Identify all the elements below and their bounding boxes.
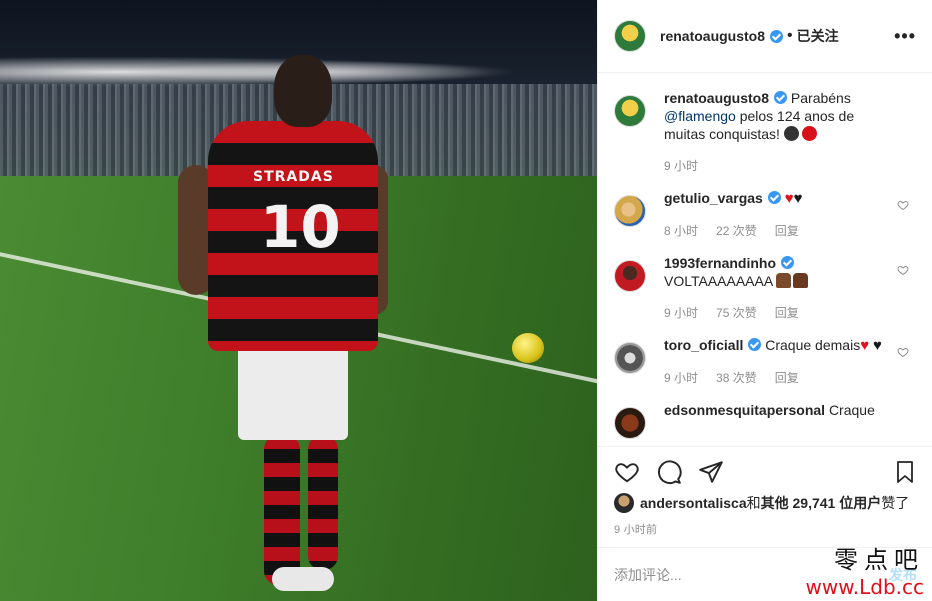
comments-list[interactable]: renatoaugusto8 Parabéns @flamengo pelos … xyxy=(598,73,932,446)
comment-bubble-icon[interactable] xyxy=(656,459,682,485)
like-comment-heart-icon[interactable] xyxy=(897,199,909,211)
black-heart-icon: ♥ xyxy=(872,337,882,354)
jersey-number: 10 xyxy=(260,193,341,261)
caption-meta: 9 小时 xyxy=(664,157,884,175)
comment-likes[interactable]: 75 次赞 xyxy=(716,304,757,322)
black-circle-icon xyxy=(783,126,799,141)
verified-badge-icon xyxy=(748,338,762,351)
comment-input[interactable] xyxy=(614,566,834,583)
follow-state-button[interactable]: 已关注 xyxy=(797,26,839,46)
comment-username[interactable]: 1993fernandinho xyxy=(664,255,776,271)
likes-suffix: 赞了 xyxy=(881,495,910,511)
comment-text: Craque demais xyxy=(765,337,861,353)
post-timestamp[interactable]: 9 小时前 xyxy=(614,521,917,537)
comment-meta: 8 小时 22 次赞 回复 xyxy=(664,222,884,240)
author-username[interactable]: renatoaugusto8 xyxy=(660,28,765,44)
separator-dot: • xyxy=(787,27,793,44)
player-left-leg xyxy=(264,435,300,585)
more-options-icon[interactable]: ••• xyxy=(894,26,916,47)
like-heart-icon[interactable] xyxy=(614,459,640,485)
comment-time[interactable]: 9 小时 xyxy=(664,369,698,387)
raised-hands-icon xyxy=(793,273,809,288)
post-header: renatoaugusto8 • 已关注 ••• xyxy=(598,0,932,73)
folded-hands-icon xyxy=(776,273,792,288)
player-figure: STRADAS 10 xyxy=(178,55,388,600)
reply-button[interactable]: 回复 xyxy=(775,222,799,240)
save-bookmark-icon[interactable] xyxy=(893,459,917,485)
caption-username[interactable]: renatoaugusto8 xyxy=(664,90,769,106)
post-actions: andersontalisca 和 其他 29,741 位用户 赞了 9 小时前 xyxy=(598,446,932,547)
likes-summary: andersontalisca 和 其他 29,741 位用户 赞了 xyxy=(614,493,917,513)
caption-time[interactable]: 9 小时 xyxy=(664,157,698,175)
jersey-name: STRADAS xyxy=(253,169,334,185)
comment-time[interactable]: 9 小时 xyxy=(664,304,698,322)
likes-others-link[interactable]: 其他 29,741 位用户 xyxy=(761,493,882,513)
share-paper-plane-icon[interactable] xyxy=(698,459,724,485)
likes-conjunction: 和 xyxy=(746,495,761,511)
commenter-avatar[interactable] xyxy=(614,407,646,439)
football xyxy=(512,333,544,363)
action-icons-row xyxy=(614,457,917,487)
watermark-title: 零点吧 xyxy=(834,546,924,574)
comment-item: edsonmesquitapersonal Craque xyxy=(614,401,917,439)
like-comment-heart-icon[interactable] xyxy=(897,264,909,276)
red-circle-icon xyxy=(801,126,817,141)
player-right-leg xyxy=(308,435,338,570)
mention-link[interactable]: @flamengo xyxy=(664,108,736,124)
comment-likes[interactable]: 22 次赞 xyxy=(716,222,757,240)
reply-button[interactable]: 回复 xyxy=(775,304,799,322)
commenter-avatar[interactable] xyxy=(614,195,646,227)
author-avatar[interactable] xyxy=(614,95,646,127)
comment-text: Craque xyxy=(828,402,875,418)
verified-badge-icon xyxy=(774,91,788,104)
comment-time[interactable]: 8 小时 xyxy=(664,222,698,240)
verified-badge-icon xyxy=(781,256,795,269)
comment-username[interactable]: edsonmesquitapersonal xyxy=(664,402,825,418)
instagram-post-modal: STRADAS 10 renatoaugusto8 • 已关注 ••• rena… xyxy=(0,0,932,601)
black-heart-icon: ♥ xyxy=(793,190,803,207)
comment-meta: 9 小时 75 次赞 回复 xyxy=(664,304,884,322)
comment-text: VOLTAAAAAAAA xyxy=(664,273,773,289)
verified-badge-icon xyxy=(767,191,781,204)
red-heart-icon: ♥ xyxy=(784,190,794,207)
commenter-avatar[interactable] xyxy=(614,260,646,292)
red-heart-icon: ♥ xyxy=(860,337,870,354)
player-head xyxy=(274,55,332,127)
liker-avatar[interactable] xyxy=(614,493,634,513)
comment-username[interactable]: getulio_vargas xyxy=(664,190,763,206)
caption-text-start: Parabéns xyxy=(790,90,851,106)
site-watermark: 零点吧 www.Ldb.cc xyxy=(806,540,924,599)
reply-button[interactable]: 回复 xyxy=(775,369,799,387)
liker-username[interactable]: andersontalisca xyxy=(640,495,747,511)
player-jersey: STRADAS 10 xyxy=(208,121,378,351)
player-shorts xyxy=(238,345,348,440)
comment-meta: 9 小时 38 次赞 回复 xyxy=(664,369,884,387)
verified-badge-icon xyxy=(770,29,784,43)
caption: renatoaugusto8 Parabéns @flamengo pelos … xyxy=(614,89,917,175)
player-boot xyxy=(272,567,334,591)
post-side-panel: renatoaugusto8 • 已关注 ••• renatoaugusto8 … xyxy=(597,0,932,601)
comment-item: toro_oficiall Craque demais♥ ♥ 9 小时 38 次… xyxy=(614,336,917,387)
comment-item: getulio_vargas ♥♥ 8 小时 22 次赞 回复 xyxy=(614,189,917,240)
like-comment-heart-icon[interactable] xyxy=(897,346,909,358)
commenter-avatar[interactable] xyxy=(614,342,646,374)
comment-likes[interactable]: 38 次赞 xyxy=(716,369,757,387)
comment-item: 1993fernandinho VOLTAAAAAAAA 9 小时 75 次赞 … xyxy=(614,254,917,322)
comment-username[interactable]: toro_oficiall xyxy=(664,337,743,353)
author-avatar[interactable] xyxy=(614,20,646,52)
watermark-url: www.Ldb.cc xyxy=(805,575,924,599)
post-photo[interactable]: STRADAS 10 xyxy=(0,0,597,601)
